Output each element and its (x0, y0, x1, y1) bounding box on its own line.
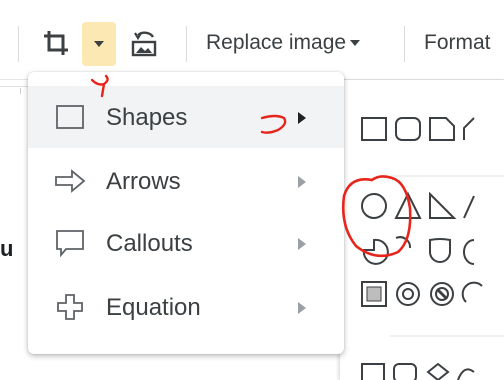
shape-rounded-rectangle[interactable] (395, 117, 421, 141)
shape-rectangle[interactable] (361, 363, 385, 380)
crop-options-dropdown[interactable] (82, 22, 116, 66)
replace-image-label: Replace image (206, 31, 347, 54)
menu-item-shapes[interactable]: Shapes (28, 86, 344, 148)
image-toolbar: Replace image Format (0, 0, 504, 80)
replace-image-button[interactable]: Replace image (206, 31, 361, 55)
shape-oval[interactable] (361, 193, 387, 219)
shape-block-arc[interactable] (461, 281, 483, 303)
shape-frame[interactable] (361, 281, 387, 307)
document-text: u (0, 236, 14, 261)
submenu-arrow-icon (298, 112, 306, 124)
chevron-down-icon (350, 40, 361, 46)
menu-item-equation[interactable]: Equation (28, 276, 344, 338)
toolbar-separator (18, 26, 19, 62)
chevron-down-icon (94, 41, 104, 47)
shape-pie[interactable] (362, 238, 389, 265)
callout-shape-icon (54, 228, 86, 258)
menu-item-arrows[interactable]: Arrows (28, 150, 344, 212)
toolbar-separator (404, 26, 405, 62)
shapes-grid (361, 117, 504, 380)
toolbar-separator (186, 26, 187, 62)
shape-chord[interactable] (463, 239, 475, 265)
shape-teardrop[interactable] (429, 238, 451, 263)
crop-button[interactable] (36, 20, 76, 66)
format-options-button[interactable]: Format (424, 31, 491, 55)
shapes-palette (340, 80, 504, 380)
menu-item-label: Equation (106, 294, 201, 321)
shape-parallelogram[interactable] (463, 195, 475, 219)
drawing-shapes-menu: Shapes Arrows Callouts Equation (28, 72, 344, 354)
submenu-arrow-icon (298, 302, 306, 314)
menu-item-callouts[interactable]: Callouts (28, 212, 344, 274)
shape-arc[interactable] (395, 236, 412, 249)
shape-rectangle[interactable] (361, 117, 387, 141)
ruler-marker (20, 88, 26, 94)
arrow-shape-icon (54, 166, 86, 196)
crop-icon (44, 31, 68, 55)
submenu-arrow-icon (298, 176, 306, 188)
shape-right-triangle[interactable] (429, 191, 457, 219)
shape-partial[interactable] (457, 368, 475, 380)
shape-diamond[interactable] (426, 362, 450, 380)
submenu-arrow-icon (298, 238, 306, 250)
shape-triangle[interactable] (394, 191, 422, 219)
shape-snip-corner-rectangle[interactable] (429, 117, 455, 141)
reset-image-button[interactable] (124, 22, 164, 66)
shape-rounded-rectangle[interactable] (393, 363, 417, 380)
menu-item-label: Callouts (106, 230, 193, 257)
shape-donut[interactable] (396, 282, 420, 306)
ruler-line (0, 86, 28, 87)
square-shape-icon (54, 102, 86, 132)
format-label: Format (424, 31, 491, 54)
equation-cross-icon (54, 292, 86, 322)
shape-no-symbol[interactable] (430, 282, 454, 306)
shape-partial[interactable] (463, 117, 475, 140)
menu-item-label: Arrows (106, 168, 181, 195)
reset-image-icon (131, 31, 157, 57)
menu-item-label: Shapes (106, 104, 188, 131)
